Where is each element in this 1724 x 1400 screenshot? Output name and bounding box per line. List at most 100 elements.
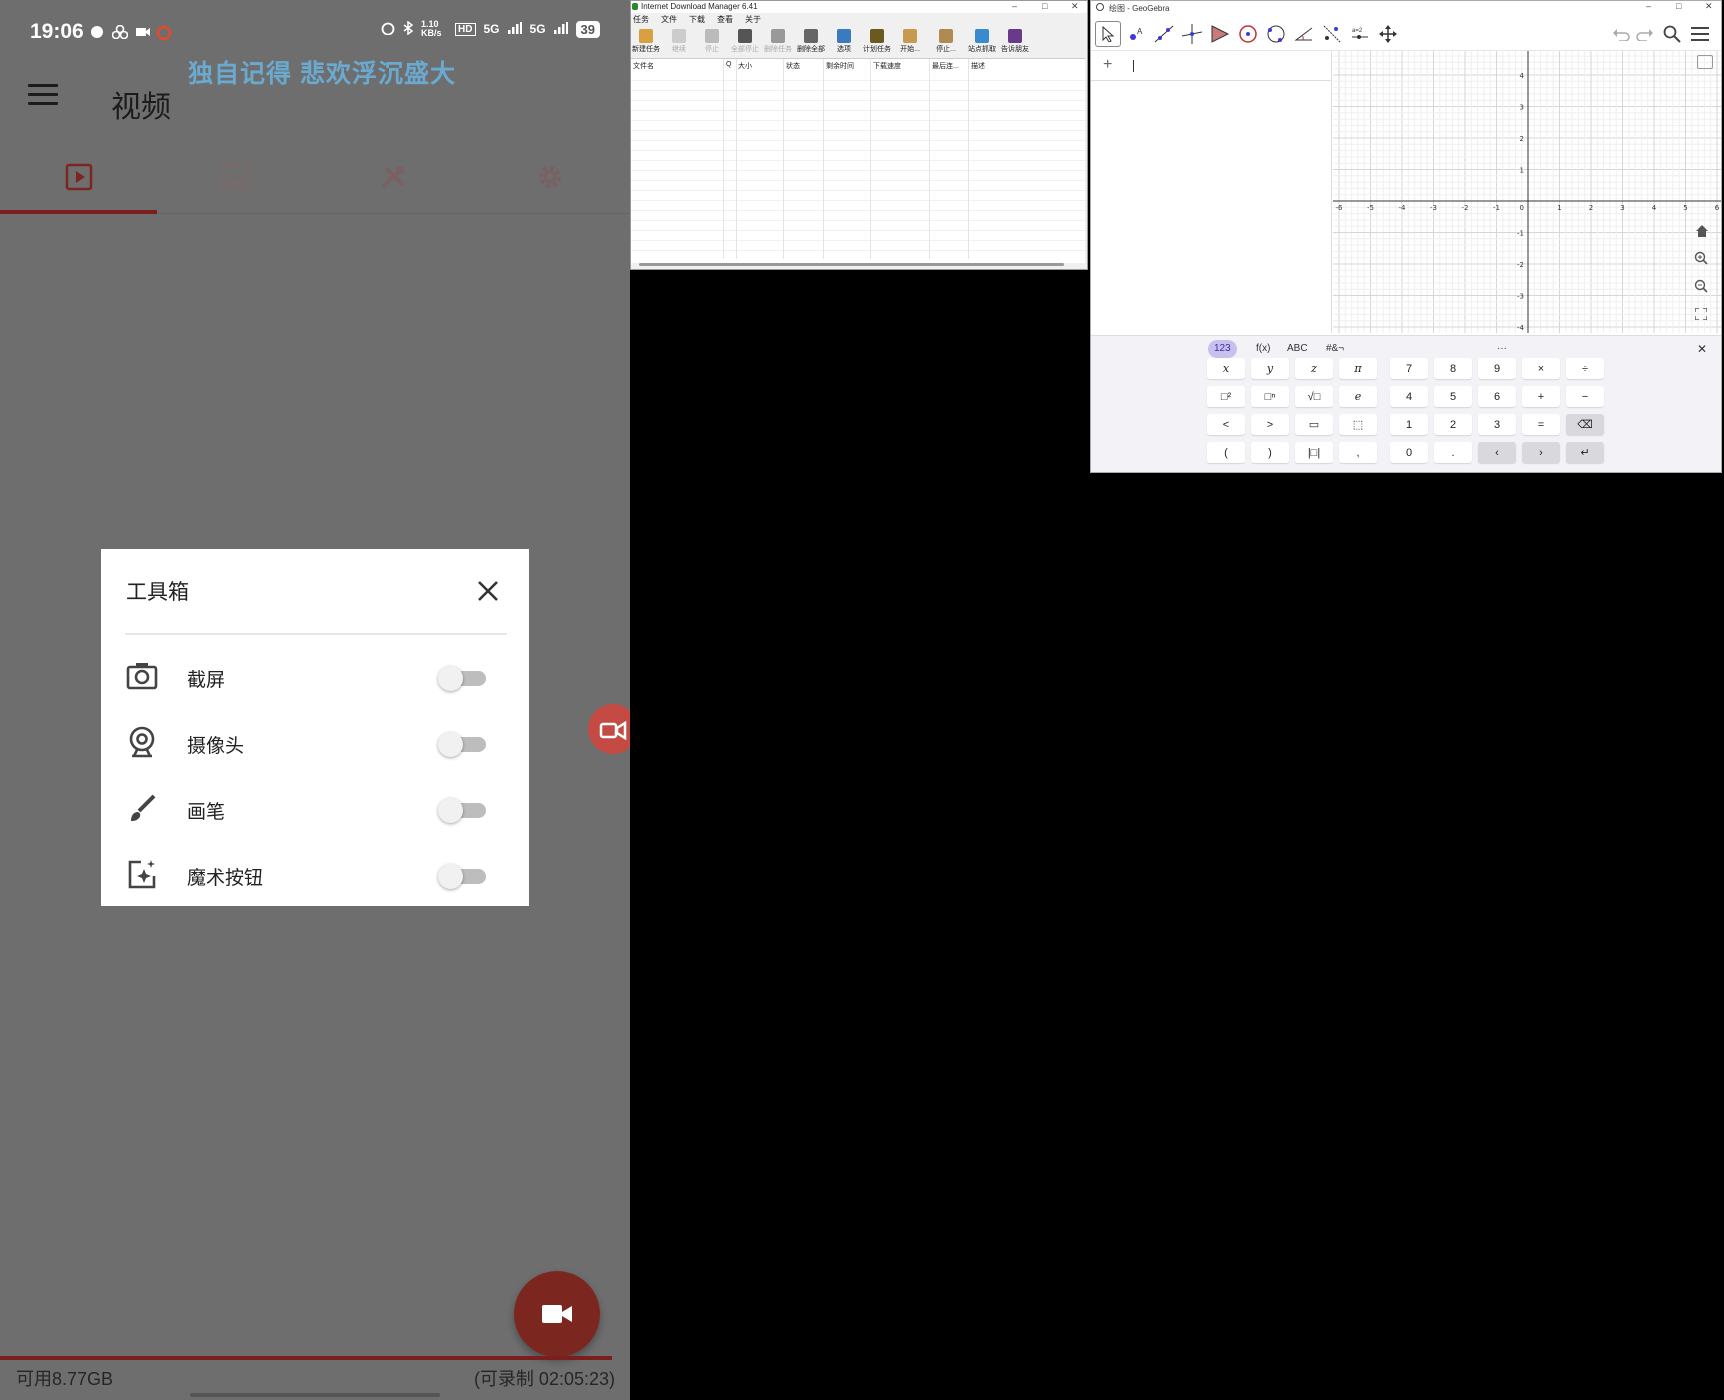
keyboard-key[interactable]: + bbox=[1522, 386, 1560, 407]
perpendicular-tool-icon[interactable] bbox=[1179, 21, 1205, 47]
toggle-row-magic-button[interactable]: 魔术按钮 bbox=[101, 843, 529, 909]
menu-item[interactable]: 下载 bbox=[689, 14, 705, 25]
toggle-row-webcam[interactable]: 摄像头 bbox=[101, 711, 529, 777]
keyboard-key[interactable]: 1 bbox=[1390, 414, 1428, 435]
keyboard-key[interactable]: ↵ bbox=[1566, 442, 1604, 463]
keyboard-key[interactable]: ⬚ bbox=[1339, 414, 1377, 435]
reflect-tool-icon[interactable] bbox=[1319, 21, 1345, 47]
keyboard-key[interactable]: = bbox=[1522, 414, 1560, 435]
maximize-icon[interactable]: □ bbox=[1676, 1, 1681, 11]
keyboard-key[interactable]: > bbox=[1251, 414, 1289, 435]
graphics-view[interactable]: -6 -5 -4 -3 -2 -1 0 1 2 3 4 5 6 4 3 2 1 -1 -2 -3 -4 bbox=[1333, 51, 1721, 333]
toolbar-button[interactable]: 停止... bbox=[931, 28, 961, 55]
toolbar-button[interactable]: 全部停止 bbox=[730, 28, 760, 55]
keyboard-tab-symbols[interactable]: #&¬ bbox=[1320, 340, 1350, 358]
zoom-in-icon[interactable] bbox=[1694, 251, 1708, 270]
toolbar-button[interactable]: 计划任务 bbox=[862, 28, 892, 55]
minimize-icon[interactable]: – bbox=[1012, 1, 1017, 11]
toolbar-button[interactable]: 选项 bbox=[829, 28, 859, 55]
keyboard-tab-abc[interactable]: ABC bbox=[1281, 340, 1314, 358]
brush-switch[interactable] bbox=[438, 798, 488, 823]
algebra-input[interactable]: + bbox=[1091, 51, 1331, 81]
keyboard-key[interactable]: ▭ bbox=[1295, 414, 1333, 435]
keyboard-key[interactable]: 4 bbox=[1390, 386, 1428, 407]
keyboard-key[interactable]: e bbox=[1339, 386, 1377, 407]
tab-image[interactable] bbox=[157, 140, 314, 214]
home-indicator[interactable] bbox=[190, 1393, 440, 1397]
move-tool-icon[interactable] bbox=[1095, 21, 1121, 47]
keyboard-key[interactable]: □ⁿ bbox=[1251, 386, 1289, 407]
toolbar-button[interactable]: 继续 bbox=[664, 28, 694, 55]
toolbar-button[interactable]: 删除全部 bbox=[796, 28, 826, 55]
column-header[interactable]: 下载速度 bbox=[873, 61, 901, 71]
column-header[interactable]: Q bbox=[726, 61, 731, 68]
column-header[interactable]: 大小 bbox=[738, 61, 752, 71]
floating-camera-switch-icon[interactable] bbox=[588, 704, 630, 754]
menu-item[interactable]: 文件 bbox=[661, 14, 677, 25]
close-icon[interactable] bbox=[473, 576, 503, 606]
column-header[interactable]: 描述 bbox=[971, 61, 985, 71]
toolbar-button[interactable]: 删除任务 bbox=[763, 28, 793, 55]
keyboard-key[interactable]: □² bbox=[1207, 386, 1245, 407]
circle-tool-icon[interactable] bbox=[1235, 21, 1261, 47]
keyboard-key[interactable]: < bbox=[1207, 414, 1245, 435]
column-header[interactable]: 文件名 bbox=[633, 61, 654, 71]
toolbar-button[interactable]: 站点抓取 bbox=[967, 28, 997, 55]
keyboard-key[interactable]: − bbox=[1566, 386, 1604, 407]
menu-item[interactable]: 任务 bbox=[633, 14, 649, 25]
toolbar-button[interactable]: 告诉朋友 bbox=[1000, 28, 1030, 55]
toggle-row-brush[interactable]: 画笔 bbox=[101, 777, 529, 843]
tab-tools[interactable] bbox=[314, 140, 471, 214]
keyboard-key[interactable]: 0 bbox=[1390, 442, 1428, 463]
keyboard-key[interactable]: 8 bbox=[1434, 358, 1472, 379]
hamburger-menu-icon[interactable] bbox=[28, 84, 58, 106]
keyboard-key[interactable]: z bbox=[1295, 358, 1333, 379]
slider-tool-icon[interactable]: a=2 bbox=[1347, 21, 1373, 47]
keyboard-key[interactable]: ) bbox=[1251, 442, 1289, 463]
minimize-icon[interactable]: – bbox=[1646, 1, 1651, 11]
keyboard-key[interactable]: π bbox=[1339, 358, 1377, 379]
line-tool-icon[interactable] bbox=[1151, 21, 1177, 47]
keyboard-key[interactable]: y bbox=[1251, 358, 1289, 379]
polygon-tool-icon[interactable] bbox=[1207, 21, 1233, 47]
move-view-tool-icon[interactable] bbox=[1375, 21, 1401, 47]
column-header[interactable]: 最后连... bbox=[932, 61, 959, 71]
keyboard-key[interactable]: ⌫ bbox=[1566, 414, 1604, 435]
style-bar-toggle-icon[interactable] bbox=[1697, 55, 1713, 69]
keyboard-key[interactable]: , bbox=[1339, 442, 1377, 463]
screenshot-switch[interactable] bbox=[438, 666, 488, 691]
add-item-icon[interactable]: + bbox=[1103, 56, 1112, 74]
keyboard-close-icon[interactable]: ✕ bbox=[1697, 342, 1707, 356]
keyboard-key[interactable]: 5 bbox=[1434, 386, 1472, 407]
column-header[interactable]: 状态 bbox=[786, 61, 800, 71]
keyboard-key[interactable]: √□ bbox=[1295, 386, 1333, 407]
keyboard-key[interactable]: × bbox=[1522, 358, 1560, 379]
keyboard-key[interactable]: 9 bbox=[1478, 358, 1516, 379]
menu-item[interactable]: 关于 bbox=[745, 14, 761, 25]
zoom-out-icon[interactable] bbox=[1694, 279, 1708, 298]
horizontal-scrollbar[interactable] bbox=[639, 263, 1064, 266]
close-icon[interactable]: ✕ bbox=[1071, 1, 1079, 12]
main-menu-icon[interactable] bbox=[1687, 21, 1713, 47]
maximize-icon[interactable]: □ bbox=[1042, 1, 1047, 11]
keyboard-key[interactable]: › bbox=[1522, 442, 1560, 463]
home-view-icon[interactable] bbox=[1694, 223, 1710, 239]
toolbar-button[interactable]: 开始... bbox=[895, 28, 925, 55]
record-button[interactable] bbox=[514, 1271, 600, 1357]
keyboard-key[interactable]: ( bbox=[1207, 442, 1245, 463]
search-icon[interactable] bbox=[1659, 21, 1685, 47]
redo-icon[interactable] bbox=[1631, 21, 1657, 47]
fullscreen-icon[interactable] bbox=[1694, 307, 1708, 325]
circle-3pt-tool-icon[interactable] bbox=[1263, 21, 1289, 47]
keyboard-key[interactable]: 3 bbox=[1478, 414, 1516, 435]
angle-tool-icon[interactable] bbox=[1291, 21, 1317, 47]
toolbar-button[interactable]: 新建任务 bbox=[631, 28, 661, 55]
keyboard-key[interactable]: |□| bbox=[1295, 442, 1333, 463]
keyboard-key[interactable]: 7 bbox=[1390, 358, 1428, 379]
tab-video[interactable] bbox=[0, 140, 157, 214]
webcam-switch[interactable] bbox=[438, 732, 488, 757]
magic-button-switch[interactable] bbox=[438, 864, 488, 889]
keyboard-tab-fx[interactable]: f(x) bbox=[1250, 340, 1276, 358]
keyboard-key[interactable]: x bbox=[1207, 358, 1245, 379]
toggle-row-screenshot[interactable]: 截屏 bbox=[101, 645, 529, 711]
